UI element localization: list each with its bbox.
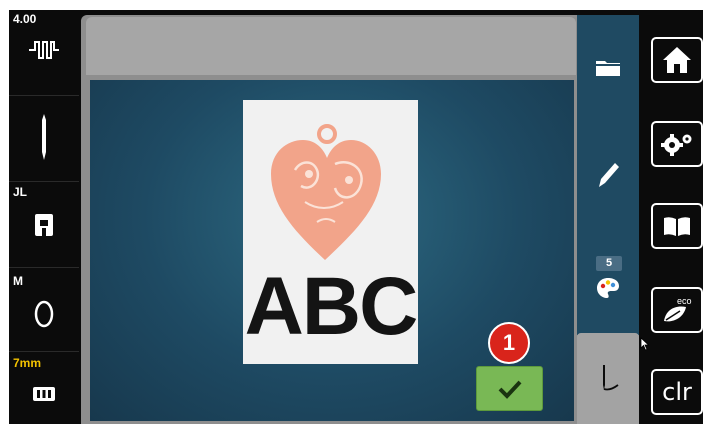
step-number-badge: 1 xyxy=(488,322,530,364)
heart-motif-icon xyxy=(271,124,381,260)
top-tab-bar xyxy=(86,17,576,75)
design-lettering: ABC xyxy=(244,261,419,352)
setup-button[interactable] xyxy=(651,121,703,167)
color-count-badge: 5 xyxy=(596,256,622,271)
color-button[interactable] xyxy=(577,274,639,302)
presser-foot-icon xyxy=(9,212,79,238)
home-icon xyxy=(663,47,691,73)
clear-button[interactable]: clr xyxy=(651,369,703,415)
stabilizer-label: 7mm xyxy=(13,356,42,370)
hoop-icon xyxy=(9,298,79,330)
stitch-width-label: 4.00 xyxy=(13,12,37,26)
needle-cell[interactable] xyxy=(9,96,79,182)
book-icon xyxy=(664,217,690,236)
feed-dog-icon xyxy=(9,386,79,402)
design-preview[interactable]: ABC xyxy=(243,100,418,364)
embroidery-needle-icon xyxy=(603,365,619,391)
hoop-label: M xyxy=(13,274,23,288)
confirm-button[interactable] xyxy=(476,366,543,411)
presser-foot-label: JL xyxy=(13,185,28,199)
palette-icon xyxy=(597,278,619,298)
stitch-width-cell[interactable]: 4.00 xyxy=(9,10,79,96)
gear-icon xyxy=(661,134,692,156)
folder-icon xyxy=(596,61,620,76)
stitch-pattern-icon xyxy=(9,38,79,62)
checkmark-icon xyxy=(498,380,521,399)
eco-leaf-icon: eco xyxy=(664,296,692,322)
status-sidebar: 4.00 JL M 7mm xyxy=(9,10,79,424)
embroidery-tab[interactable] xyxy=(577,333,639,424)
needle-icon xyxy=(9,112,79,162)
presser-foot-cell[interactable]: JL xyxy=(9,182,79,268)
edit-button[interactable] xyxy=(577,156,639,192)
eco-button[interactable]: eco xyxy=(651,287,703,333)
stabilizer-cell[interactable]: 7mm xyxy=(9,352,79,424)
tutorial-button[interactable] xyxy=(651,203,703,249)
svg-text:eco: eco xyxy=(677,296,692,306)
folder-button[interactable] xyxy=(577,50,639,84)
home-button[interactable] xyxy=(651,37,703,83)
mouse-cursor-icon xyxy=(640,337,650,351)
pencil-icon xyxy=(599,163,619,187)
hoop-cell[interactable]: M xyxy=(9,268,79,352)
clear-label: clr xyxy=(662,378,692,406)
